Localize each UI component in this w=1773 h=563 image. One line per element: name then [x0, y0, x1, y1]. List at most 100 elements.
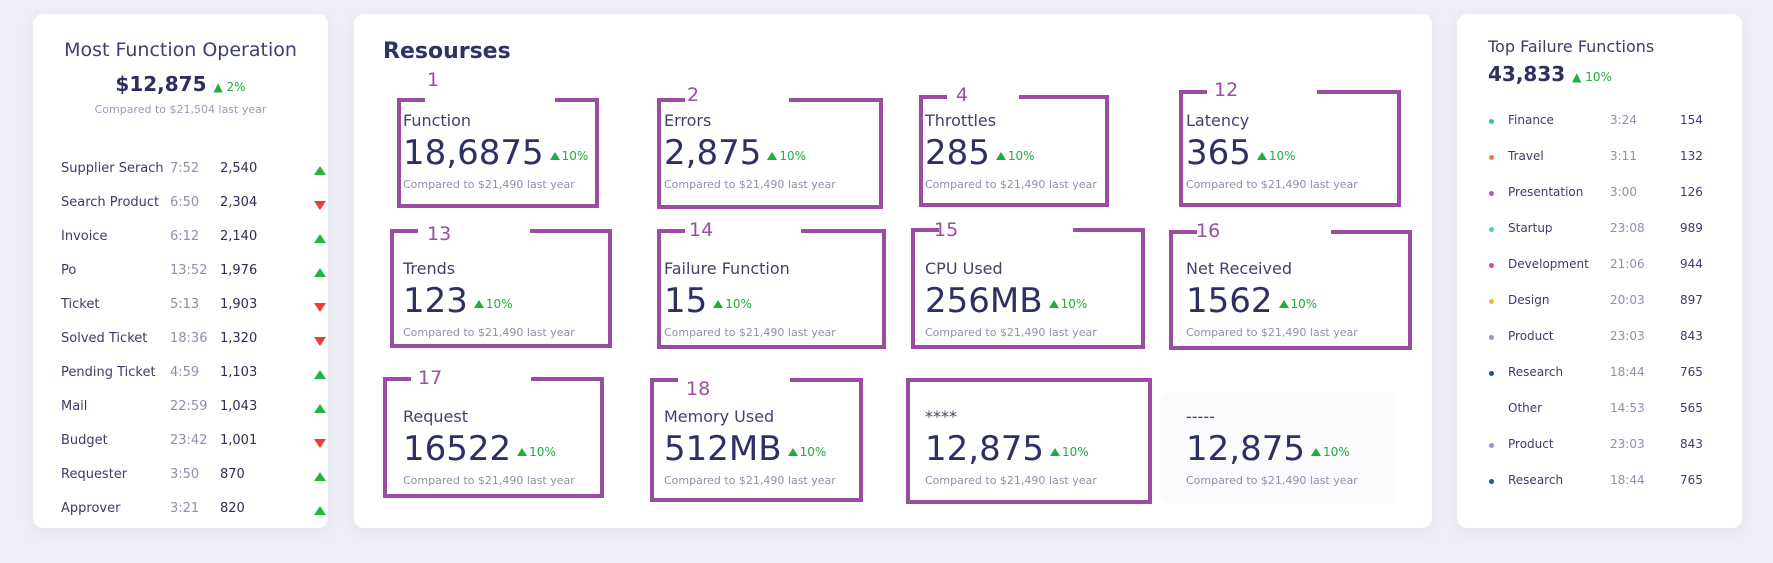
failure-value: 132: [1680, 149, 1703, 163]
function-value: 1,976: [220, 263, 258, 278]
failure-row[interactable]: Finance 3:24 154: [1489, 111, 1724, 131]
annotation-number: 1: [427, 69, 440, 91]
annotation-box: [650, 378, 863, 502]
failure-row[interactable]: Research 18:44 765: [1489, 363, 1724, 383]
annotation-number: 18: [686, 378, 711, 400]
failure-name: Presentation: [1508, 185, 1584, 199]
failure-name: Research: [1508, 365, 1564, 379]
annotation-box: [397, 98, 599, 208]
failure-name: Finance: [1508, 113, 1554, 127]
function-time: 23:42: [170, 433, 208, 448]
function-row[interactable]: Po 13:52 1,976: [61, 261, 326, 283]
trend-up-icon: [314, 234, 326, 243]
function-row[interactable]: Mail 22:59 1,043: [61, 397, 326, 419]
failure-value: 765: [1680, 473, 1703, 487]
function-time: 5:13: [170, 297, 200, 312]
resources-title: Resourses: [383, 39, 511, 64]
function-time: 6:50: [170, 195, 200, 210]
failure-time: 3:11: [1610, 149, 1637, 163]
failure-row[interactable]: Product 23:03 843: [1489, 327, 1724, 347]
card-value: 12,875 10%: [1186, 429, 1350, 469]
trend-down-icon: [314, 303, 326, 312]
annotation-number: 13: [427, 223, 452, 245]
function-name: Solved Ticket: [61, 331, 148, 346]
function-row[interactable]: Budget 23:42 1,001: [61, 431, 326, 453]
failure-name: Startup: [1508, 221, 1553, 235]
most-function-total-value: $12,875: [115, 72, 207, 96]
function-row[interactable]: Solved Ticket 18:36 1,320: [61, 329, 326, 351]
annotation-box: [1179, 90, 1401, 207]
failure-row[interactable]: Research 18:44 765: [1489, 471, 1724, 491]
annotation-number: 15: [934, 219, 959, 241]
failure-value: 843: [1680, 437, 1703, 451]
top-failure-total: 43,833 ▲ 10%: [1488, 62, 1612, 86]
failure-value: 897: [1680, 293, 1703, 307]
function-time: 18:36: [170, 331, 208, 346]
failure-row[interactable]: Travel 3:11 132: [1489, 147, 1724, 167]
metric-card-placeholder[interactable]: ----- 12,875 10% Compared to $21,490 last…: [1160, 392, 1396, 504]
function-row[interactable]: Pending Ticket 4:59 1,103: [61, 363, 326, 385]
failure-value: 154: [1680, 113, 1703, 127]
annotation-box: [383, 377, 604, 498]
development-dot-icon: [1489, 263, 1494, 268]
function-value: 1,001: [220, 433, 258, 448]
annotation-box: [657, 229, 886, 349]
function-name: Requester: [61, 467, 128, 482]
trend-up-icon: [314, 472, 326, 481]
product-dot-icon: [1489, 335, 1494, 340]
function-row[interactable]: Ticket 5:13 1,903: [61, 295, 326, 317]
trend-up-icon: [314, 166, 326, 175]
failure-row[interactable]: Development 21:06 944: [1489, 255, 1724, 275]
function-time: 7:52: [170, 161, 200, 176]
failure-time: 14:53: [1610, 401, 1645, 415]
top-failure-total-value: 43,833: [1488, 62, 1566, 86]
function-time: 3:50: [170, 467, 200, 482]
most-function-panel: Most Function Operation $12,875 ▲ 2% Com…: [33, 14, 328, 528]
failure-time: 3:00: [1610, 185, 1637, 199]
function-row[interactable]: Supplier Serach 7:52 2,540: [61, 159, 326, 181]
failure-value: 944: [1680, 257, 1703, 271]
annotation-number: 16: [1196, 220, 1221, 242]
function-row[interactable]: Requester 3:50 870: [61, 465, 326, 487]
trend-down-icon: [314, 337, 326, 346]
function-time: 6:12: [170, 229, 200, 244]
most-function-change: ▲ 2%: [213, 80, 246, 94]
function-time: 13:52: [170, 263, 208, 278]
function-name: Mail: [61, 399, 88, 414]
failure-row[interactable]: Presentation 3:00 126: [1489, 183, 1724, 203]
failure-row[interactable]: Design 20:03 897: [1489, 291, 1724, 311]
card-label: -----: [1186, 407, 1215, 426]
failure-time: 21:06: [1610, 257, 1645, 271]
trend-up-icon: [314, 370, 326, 379]
annotation-box: [657, 98, 883, 209]
failure-value: 126: [1680, 185, 1703, 199]
failure-row[interactable]: Other 14:53 565: [1489, 399, 1724, 419]
function-row[interactable]: Search Product 6:50 2,304: [61, 193, 326, 215]
function-row[interactable]: Invoice 6:12 2,140: [61, 227, 326, 249]
top-failure-panel: Top Failure Functions 43,833 ▲ 10% Finan…: [1457, 14, 1742, 528]
failure-name: Design: [1508, 293, 1550, 307]
card-compare: Compared to $21,490 last year: [1186, 474, 1358, 487]
failure-name: Research: [1508, 473, 1564, 487]
failure-row[interactable]: Startup 23:08 989: [1489, 219, 1724, 239]
card-value-number: 12,875: [1186, 429, 1305, 469]
product-dot-icon: [1489, 443, 1494, 448]
annotation-number: 14: [689, 219, 714, 241]
annotation-box: [1169, 230, 1412, 350]
top-failure-change: ▲ 10%: [1572, 70, 1612, 84]
failure-time: 18:44: [1610, 473, 1645, 487]
failure-time: 20:03: [1610, 293, 1645, 307]
failure-row[interactable]: Product 23:03 843: [1489, 435, 1724, 455]
trend-up-icon: [314, 268, 326, 277]
failure-value: 765: [1680, 365, 1703, 379]
failure-time: 23:03: [1610, 437, 1645, 451]
presentation-dot-icon: [1489, 191, 1494, 196]
top-failure-title: Top Failure Functions: [1488, 37, 1655, 56]
function-row[interactable]: Approver 3:21 820: [61, 499, 326, 521]
function-name: Pending Ticket: [61, 365, 156, 380]
most-function-title: Most Function Operation: [64, 39, 297, 61]
annotation-box: [390, 229, 612, 348]
research-dot-icon: [1489, 371, 1494, 376]
failure-name: Product: [1508, 437, 1554, 451]
failure-time: 18:44: [1610, 365, 1645, 379]
